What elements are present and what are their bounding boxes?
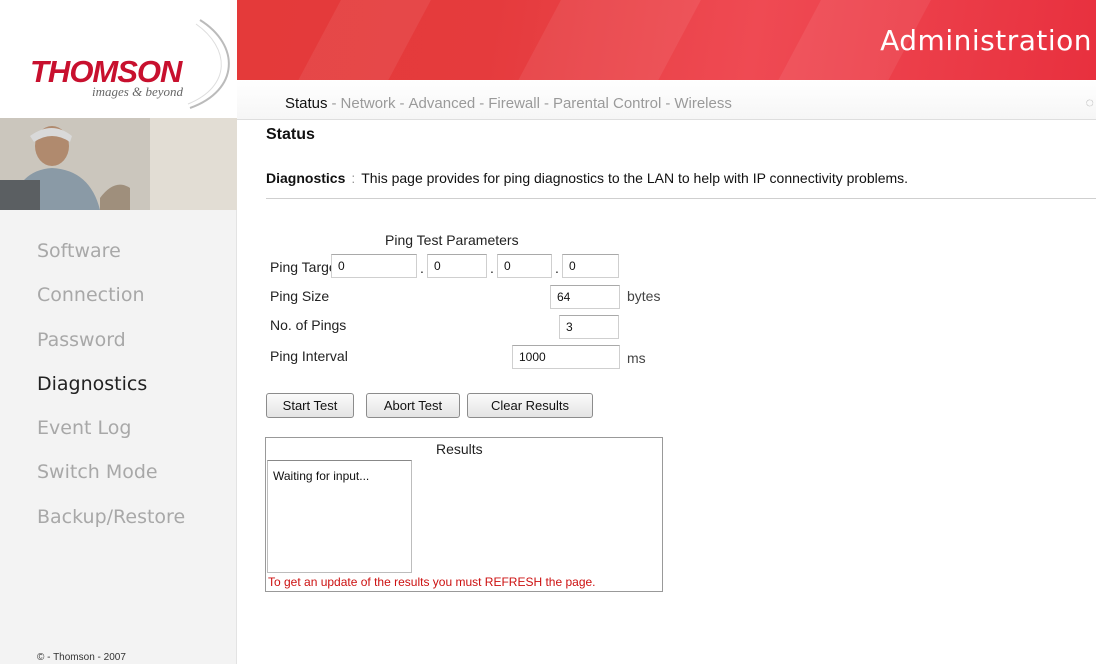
section-separator: : bbox=[351, 170, 356, 186]
header-banner: Administration bbox=[237, 0, 1096, 80]
ping-interval-label: Ping Interval bbox=[270, 348, 348, 364]
sidebar-item-connection[interactable]: Connection bbox=[37, 284, 145, 306]
header-photo bbox=[0, 118, 237, 210]
results-output[interactable]: Waiting for input... bbox=[267, 460, 412, 573]
top-nav: Status - Network - Advanced - Firewall - Parenta… bbox=[237, 80, 1096, 120]
main-content: Status Diagnostics: This page provides fo… bbox=[237, 120, 1096, 664]
tab-firewall[interactable]: Firewall bbox=[488, 95, 540, 112]
ping-params-heading: Ping Test Parameters bbox=[385, 232, 519, 248]
ping-target-label: Ping Target bbox=[270, 259, 341, 275]
ping-count-field[interactable] bbox=[559, 315, 619, 339]
page-description: Diagnostics: This page provides for ping … bbox=[266, 170, 908, 186]
spinner-icon: ◌ bbox=[1085, 94, 1094, 110]
tab-network[interactable]: Network bbox=[341, 95, 396, 112]
ping-size-unit: bytes bbox=[627, 288, 661, 304]
sidebar-item-diagnostics[interactable]: Diagnostics bbox=[37, 373, 147, 395]
tab-separator: - bbox=[399, 95, 405, 112]
page-title: Status bbox=[266, 126, 315, 143]
start-test-button[interactable]: Start Test bbox=[266, 393, 354, 418]
results-heading: Results bbox=[436, 441, 483, 457]
ping-target-octet-4[interactable] bbox=[562, 254, 619, 278]
ping-count-label: No. of Pings bbox=[270, 317, 347, 333]
sidebar-item-backup-restore[interactable]: Backup/Restore bbox=[37, 506, 185, 528]
tab-parental-control[interactable]: Parental Control bbox=[553, 95, 661, 112]
tab-separator: - bbox=[479, 95, 485, 112]
tab-separator: - bbox=[331, 95, 337, 112]
brand-tagline: images & beyond bbox=[92, 84, 183, 99]
tab-advanced[interactable]: Advanced bbox=[409, 95, 476, 112]
header-title: Administration bbox=[880, 24, 1092, 57]
sidebar-item-switch-mode[interactable]: Switch Mode bbox=[37, 461, 158, 483]
ping-target-octet-1[interactable] bbox=[331, 254, 417, 278]
results-panel: Results Waiting for input... To get an u… bbox=[265, 437, 663, 592]
abort-test-button[interactable]: Abort Test bbox=[366, 393, 460, 418]
ping-target-octet-3[interactable] bbox=[497, 254, 552, 278]
logo: THOMSON images & beyond bbox=[0, 0, 237, 118]
sidebar-item-software[interactable]: Software bbox=[37, 240, 121, 262]
ping-interval-field[interactable] bbox=[512, 345, 620, 369]
tab-status[interactable]: Status bbox=[285, 95, 328, 112]
sidebar-item-password[interactable]: Password bbox=[37, 329, 126, 351]
ping-target-octet-2[interactable] bbox=[427, 254, 487, 278]
clear-results-button[interactable]: Clear Results bbox=[467, 393, 593, 418]
tab-separator: - bbox=[665, 95, 671, 112]
octet-separator: . bbox=[490, 260, 494, 276]
sidebar-item-event-log[interactable]: Event Log bbox=[37, 417, 131, 439]
person-photo-icon bbox=[0, 118, 237, 210]
divider bbox=[266, 198, 1096, 199]
sidebar: Software Connection Password Diagnostics… bbox=[0, 210, 237, 664]
copyright: © - Thomson - 2007 bbox=[37, 652, 126, 663]
ping-interval-unit: ms bbox=[627, 350, 646, 366]
octet-separator: . bbox=[555, 260, 559, 276]
section-description: This page provides for ping diagnostics … bbox=[361, 170, 909, 186]
results-note: To get an update of the results you must… bbox=[268, 575, 596, 589]
octet-separator: . bbox=[420, 260, 424, 276]
tab-separator: - bbox=[543, 95, 549, 112]
section-name: Diagnostics bbox=[266, 170, 346, 186]
tab-wireless[interactable]: Wireless bbox=[674, 95, 732, 112]
ping-size-field[interactable] bbox=[550, 285, 620, 309]
ping-size-label: Ping Size bbox=[270, 288, 330, 304]
